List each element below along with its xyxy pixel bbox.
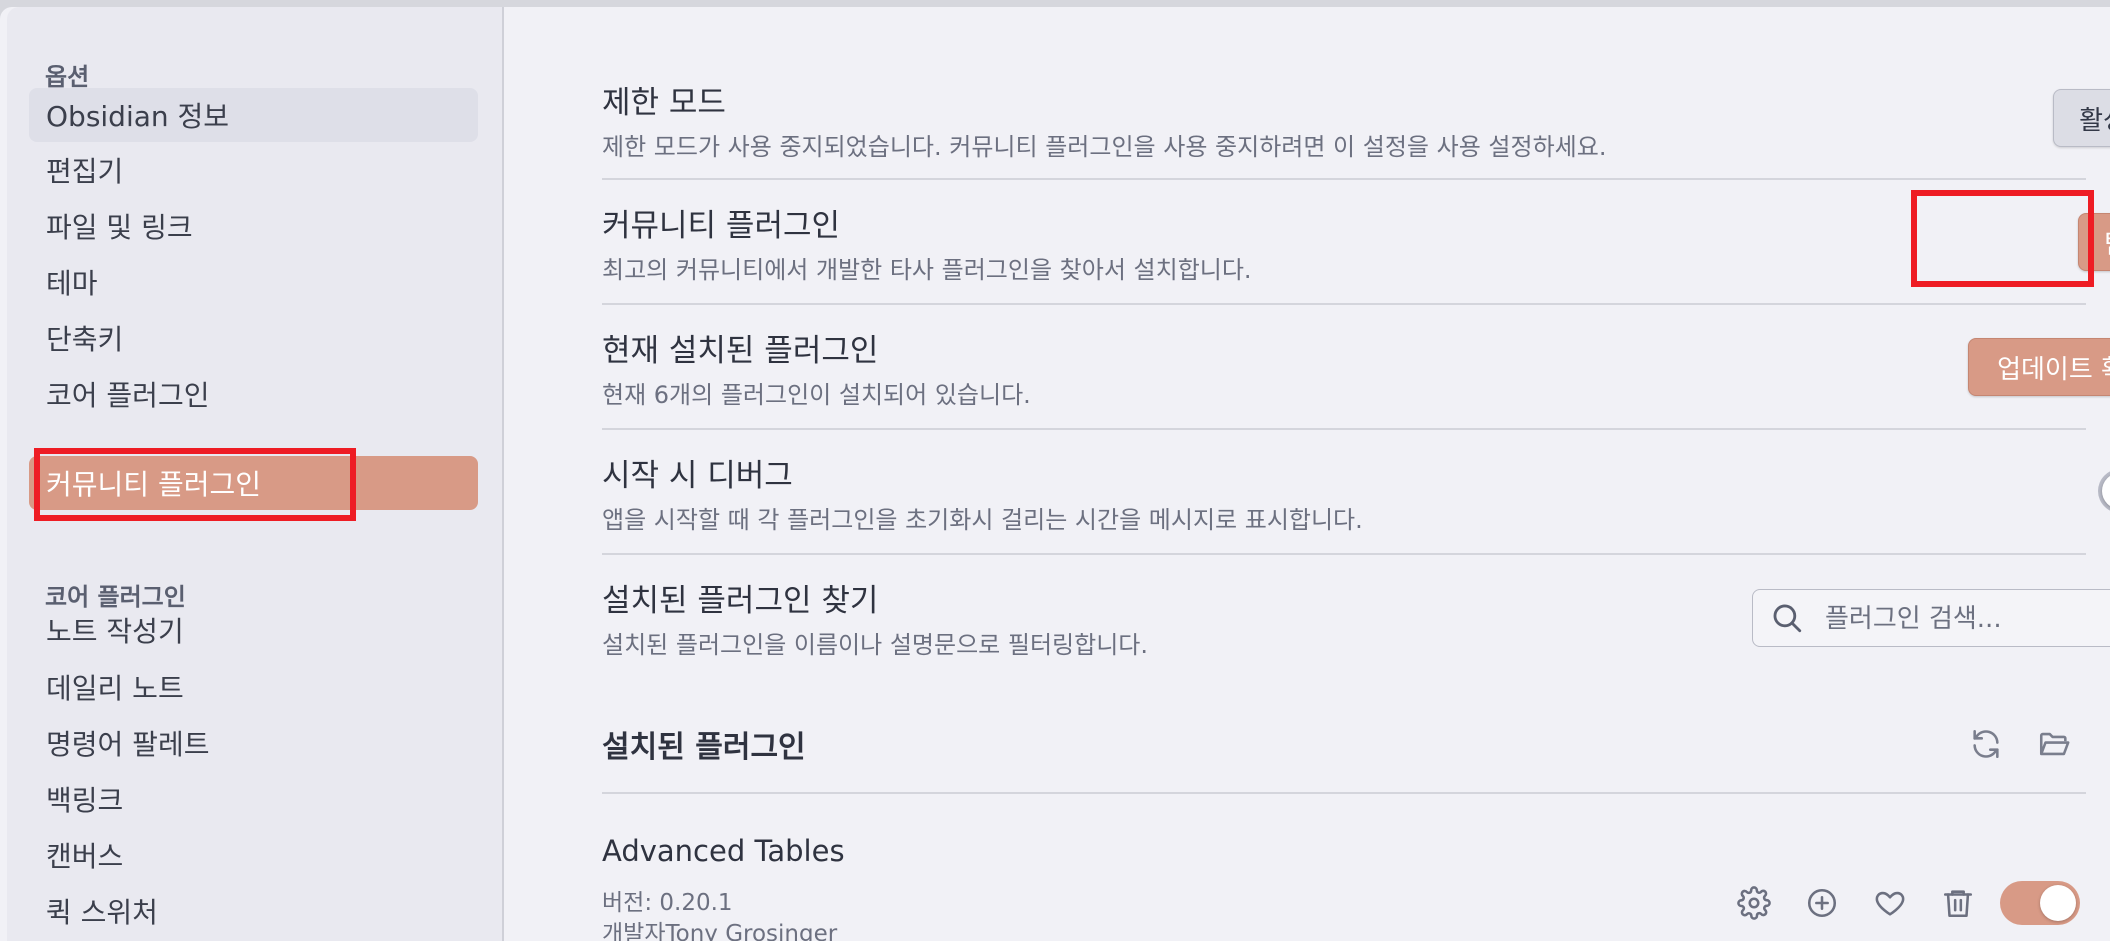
toggle-knob (2040, 885, 2076, 921)
sidebar-item-label: 노트 작성기 (46, 615, 184, 648)
sidebar-item-theme[interactable]: 테마 (29, 255, 478, 309)
gear-icon[interactable] (1734, 883, 1774, 923)
sidebar-item-label: 퀵 스위처 (46, 896, 158, 929)
sidebar-item-label: 테마 (46, 267, 98, 300)
plugin-author: 개발자Tony Grosinger (602, 921, 838, 941)
setting-description: 제한 모드가 사용 중지되었습니다. 커뮤니티 플러그인을 사용 중지하려면 이… (602, 133, 1607, 161)
sidebar-item-label: 코어 플러그인 (46, 379, 210, 412)
sidebar-item-label: 캔버스 (46, 840, 124, 873)
setting-community-plugins: 커뮤니티 플러그인 최고의 커뮤니티에서 개발한 타사 플러그인을 찾아서 설치… (602, 180, 2110, 305)
sidebar-item-about[interactable]: Obsidian 정보 (29, 88, 478, 142)
enable-restricted-mode-button[interactable]: 활성화 (2053, 89, 2110, 147)
installed-plugins-heading: 설치된 플러그인 (602, 730, 806, 765)
setting-description: 설치된 플러그인을 이름이나 설명문으로 필터링합니다. (602, 631, 1148, 659)
setting-title: 설치된 플러그인 찾기 (602, 583, 879, 619)
sidebar-item-command-palette[interactable]: 명령어 팔레트 (29, 716, 478, 770)
sidebar-item-canvas[interactable]: 캔버스 (29, 828, 478, 882)
setting-title: 커뮤니티 플러그인 (602, 208, 841, 244)
browse-plugins-button[interactable]: 탐색 (2078, 213, 2110, 271)
sidebar-item-hotkeys[interactable]: 단축키 (29, 311, 478, 365)
setting-title: 시작 시 디버그 (602, 458, 793, 494)
settings-window: 옵션 Obsidian 정보 편집기 파일 및 링크 테마 단축키 코어 플러그… (0, 7, 2110, 941)
setting-description: 앱을 시작할 때 각 플러그인을 초기화시 걸리는 시간을 메시지로 표시합니다… (602, 506, 1363, 534)
plugin-name: Advanced Tables (602, 834, 845, 868)
sidebar-item-label: 데일리 노트 (46, 672, 184, 705)
settings-content: 제한 모드 제한 모드가 사용 중지되었습니다. 커뮤니티 플러그인을 사용 중… (504, 7, 2110, 941)
sidebar-item-label: 백링크 (46, 784, 124, 817)
sidebar-item-label: Obsidian 정보 (46, 100, 230, 133)
sidebar-item-editor[interactable]: 편집기 (29, 143, 478, 197)
plugin-enabled-toggle[interactable] (2000, 881, 2080, 925)
sidebar-item-community-plugins[interactable]: 커뮤니티 플러그인 (29, 456, 478, 510)
setting-installed-plugins: 현재 설치된 플러그인 현재 6개의 플러그인이 설치되어 있습니다. 업데이트… (602, 305, 2110, 430)
plugin-search-input[interactable] (1823, 590, 2110, 648)
sidebar-item-backlinks[interactable]: 백링크 (29, 772, 478, 826)
setting-description: 현재 6개의 플러그인이 설치되어 있습니다. (602, 381, 1031, 409)
setting-find-installed: 설치된 플러그인 찾기 설치된 플러그인을 이름이나 설명문으로 필터링합니다. (602, 555, 2110, 680)
folder-open-icon[interactable] (2034, 724, 2074, 764)
sidebar-item-core-plugins[interactable]: 코어 플러그인 (29, 367, 478, 421)
sidebar-item-quick-switcher[interactable]: 퀵 스위처 (29, 884, 478, 938)
check-updates-button[interactable]: 업데이트 확인 (1968, 338, 2110, 396)
setting-description: 최고의 커뮤니티에서 개발한 타사 플러그인을 찾아서 설치합니다. (602, 256, 1252, 284)
plus-circle-icon[interactable] (1802, 883, 1842, 923)
trash-icon[interactable] (1938, 883, 1978, 923)
debug-startup-toggle[interactable] (2098, 469, 2110, 513)
toggle-knob (2102, 473, 2110, 509)
sidebar-item-files-links[interactable]: 파일 및 링크 (29, 199, 478, 253)
sidebar-item-daily-notes[interactable]: 데일리 노트 (29, 660, 478, 714)
sidebar-item-label: 편집기 (46, 155, 124, 188)
sidebar-item-label: 파일 및 링크 (46, 211, 193, 244)
plugin-version: 버전: 0.20.1 (602, 890, 733, 916)
setting-debug-startup: 시작 시 디버그 앱을 시작할 때 각 플러그인을 초기화시 걸리는 시간을 메… (602, 430, 2110, 555)
divider (602, 792, 2086, 794)
search-icon (1767, 598, 1807, 638)
plugin-search-box[interactable] (1752, 589, 2110, 648)
setting-title: 제한 모드 (602, 85, 726, 121)
setting-restricted-mode: 제한 모드 제한 모드가 사용 중지되었습니다. 커뮤니티 플러그인을 사용 중… (602, 69, 2110, 180)
options-section-title: 옵션 (45, 63, 90, 91)
sidebar-item-note-composer[interactable]: 노트 작성기 (29, 603, 478, 657)
heart-icon[interactable] (1870, 883, 1910, 923)
sidebar-item-label: 단축키 (46, 323, 124, 356)
settings-sidebar: 옵션 Obsidian 정보 편집기 파일 및 링크 테마 단축키 코어 플러그… (7, 7, 504, 941)
sidebar-item-label: 명령어 팔레트 (46, 728, 210, 761)
setting-title: 현재 설치된 플러그인 (602, 333, 879, 369)
refresh-icon[interactable] (1966, 724, 2006, 764)
sidebar-item-label: 커뮤니티 플러그인 (46, 468, 261, 501)
